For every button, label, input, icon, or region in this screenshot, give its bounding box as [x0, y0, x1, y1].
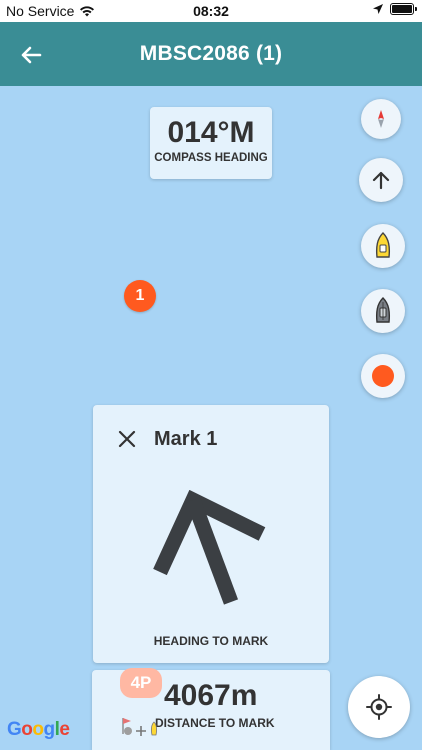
distance-value: 4067m: [164, 679, 258, 712]
mark-marker[interactable]: 1: [124, 280, 156, 312]
mark-title: Mark 1: [154, 428, 218, 450]
compass-heading-label: COMPASS HEADING: [154, 152, 268, 164]
mark-marker-label: 1: [135, 287, 145, 304]
my-location-button[interactable]: [348, 676, 410, 738]
heading-to-mark-label: HEADING TO MARK: [153, 634, 269, 648]
yellow-boat-icon: [375, 232, 391, 258]
compass-button[interactable]: [361, 99, 401, 139]
distance-label: DISTANCE TO MARK: [155, 716, 275, 730]
crosshair-icon: [366, 694, 392, 720]
north-up-button[interactable]: [359, 158, 403, 202]
yellow-boat-button[interactable]: [361, 224, 405, 268]
status-bar: No Service 08:32: [0, 0, 422, 22]
status-time: 08:32: [193, 3, 229, 19]
grey-boat-button[interactable]: [361, 289, 405, 333]
record-button[interactable]: [361, 354, 405, 398]
grey-boat-icon: [375, 297, 391, 323]
compass-heading-value: 014°M: [167, 116, 255, 149]
heading-arrow-icon: [153, 490, 266, 605]
location-arrow-icon: [373, 4, 383, 14]
position-badge-label: 4P: [130, 673, 152, 692]
battery-icon: [390, 3, 417, 15]
compass-icon: [378, 110, 384, 128]
status-right: [372, 3, 417, 15]
close-icon[interactable]: [117, 429, 137, 449]
app-header: MBSC2086 (1): [0, 22, 422, 86]
page-title: MBSC2086 (1): [139, 42, 283, 65]
record-dot-icon: [372, 365, 394, 387]
start-line-icon: [122, 718, 157, 736]
google-logo: Google: [7, 719, 70, 740]
compass-heading-card: 014°M COMPASS HEADING: [150, 107, 272, 179]
arrow-up-icon: [372, 171, 390, 190]
position-badge[interactable]: 4P: [120, 668, 162, 698]
